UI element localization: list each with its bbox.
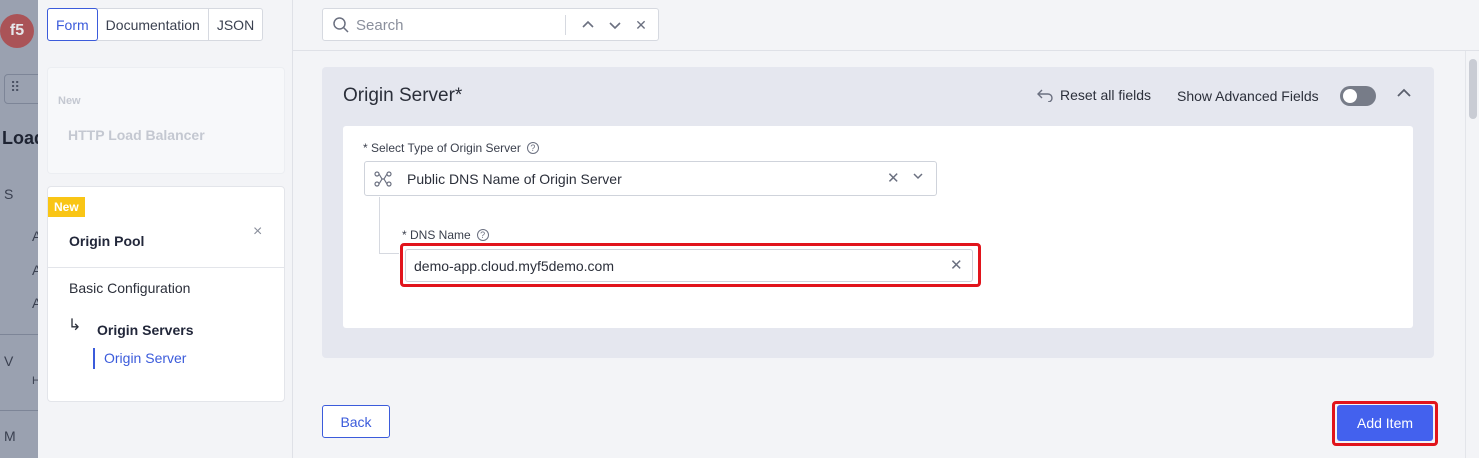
chevron-up-icon[interactable] bbox=[578, 14, 598, 36]
required-mark: * bbox=[454, 85, 463, 106]
subdirectory-arrow-icon: ↳ bbox=[68, 317, 82, 334]
search-input[interactable] bbox=[356, 15, 561, 35]
nav-origin-server[interactable]: Origin Server bbox=[104, 350, 186, 366]
add-item-button[interactable]: Add Item bbox=[1337, 405, 1433, 441]
dns-name-input[interactable]: demo-app.cloud.myf5demo.com ✕ bbox=[405, 249, 973, 282]
dns-value: demo-app.cloud.myf5demo.com bbox=[414, 258, 614, 274]
new-tag: New bbox=[58, 95, 81, 107]
f5-logo: f5 bbox=[0, 14, 34, 48]
show-advanced-toggle[interactable] bbox=[1340, 86, 1376, 106]
card-name: HTTP Load Balancer bbox=[68, 127, 205, 143]
chevron-down-icon[interactable] bbox=[912, 170, 924, 185]
pool-title: Origin Pool bbox=[69, 233, 145, 249]
clear-icon[interactable]: ✕ bbox=[887, 169, 900, 187]
back-button[interactable]: Back bbox=[322, 405, 390, 438]
http-load-balancer-card[interactable]: New HTTP Load Balancer bbox=[47, 67, 285, 174]
origin-server-section: Origin Server* Reset all fields Show Adv… bbox=[322, 67, 1434, 358]
main-content: Origin Server* Reset all fields Show Adv… bbox=[293, 51, 1465, 458]
scrollbar[interactable] bbox=[1465, 51, 1479, 458]
dns-label: * DNS Name? bbox=[402, 228, 489, 242]
bg-divider bbox=[0, 410, 40, 411]
tree-line bbox=[379, 253, 399, 254]
nav-basic-configuration[interactable]: Basic Configuration bbox=[69, 280, 190, 296]
reset-all-fields-button[interactable]: Reset all fields bbox=[1036, 87, 1151, 103]
bg-letter: S bbox=[4, 186, 14, 202]
close-icon[interactable]: × bbox=[253, 223, 262, 241]
help-icon[interactable]: ? bbox=[476, 229, 489, 241]
tree-line bbox=[379, 197, 380, 253]
network-icon bbox=[374, 171, 392, 187]
background-title: Load bbox=[2, 128, 40, 148]
bg-letter: V bbox=[4, 353, 14, 369]
top-bar: ✕ bbox=[293, 0, 1479, 51]
show-advanced-label: Show Advanced Fields bbox=[1177, 88, 1319, 104]
active-indicator bbox=[93, 348, 95, 369]
undo-icon bbox=[1037, 89, 1053, 102]
type-label: * Select Type of Origin Server? bbox=[363, 141, 539, 155]
dns-label-text: * DNS Name bbox=[402, 228, 471, 242]
origin-pool-card: New Origin Pool × Basic Configuration ↳ … bbox=[47, 186, 285, 402]
left-panel: Form Documentation JSON New HTTP Load Ba… bbox=[38, 0, 293, 458]
form-panel: * Select Type of Origin Server? Public D… bbox=[343, 126, 1413, 328]
section-title-text: Origin Server bbox=[343, 85, 455, 106]
search-box: ✕ bbox=[322, 8, 659, 41]
type-label-text: * Select Type of Origin Server bbox=[363, 141, 521, 155]
divider bbox=[48, 267, 284, 268]
tab-json[interactable]: JSON bbox=[209, 9, 262, 40]
app-grid-icon: ⠿ bbox=[4, 74, 40, 104]
toggle-knob bbox=[1343, 89, 1357, 103]
help-icon[interactable]: ? bbox=[526, 142, 539, 154]
tab-form[interactable]: Form bbox=[47, 8, 98, 41]
nav-origin-servers[interactable]: Origin Servers bbox=[97, 322, 194, 338]
bg-divider bbox=[0, 334, 40, 335]
chevron-down-icon[interactable] bbox=[605, 14, 625, 36]
bg-letter: M bbox=[4, 428, 16, 444]
clear-icon[interactable]: ✕ bbox=[950, 256, 963, 274]
chevron-up-icon[interactable] bbox=[1396, 85, 1412, 104]
new-badge: New bbox=[48, 197, 85, 217]
search-divider bbox=[565, 15, 566, 35]
origin-server-type-select[interactable]: Public DNS Name of Origin Server ✕ bbox=[364, 161, 937, 196]
view-tabs: Form Documentation JSON bbox=[47, 8, 264, 41]
select-value: Public DNS Name of Origin Server bbox=[407, 171, 622, 187]
background-app: f5 ⠿ Load S A A A V H M bbox=[0, 0, 40, 458]
close-search-icon[interactable]: ✕ bbox=[631, 14, 651, 36]
section-title: Origin Server* bbox=[343, 85, 462, 107]
tab-documentation[interactable]: Documentation bbox=[98, 9, 209, 40]
scroll-thumb[interactable] bbox=[1469, 59, 1477, 119]
reset-label: Reset all fields bbox=[1060, 87, 1152, 103]
search-icon bbox=[333, 17, 349, 33]
